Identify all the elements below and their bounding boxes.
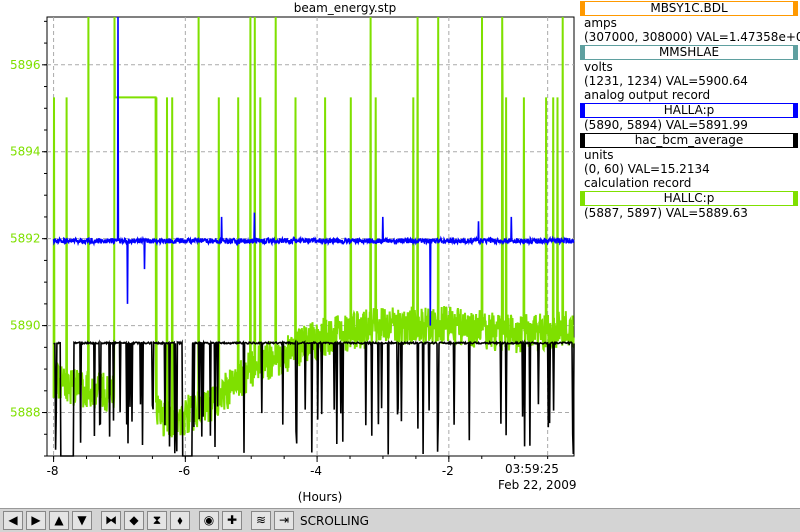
x-tick-label: -2 (442, 464, 454, 478)
legend-record-type: calculation record (584, 176, 692, 190)
x-tick-label: -6 (178, 464, 190, 478)
x-axis-now-time: 03:59:25 (505, 462, 559, 476)
pan-left-icon[interactable]: ◀ (3, 511, 23, 530)
legend-record-type: analog output record (584, 88, 711, 102)
x-tick-label: -4 (310, 464, 322, 478)
config-icon[interactable]: ≋ (251, 511, 271, 530)
legend-panel: MBSY1C.BDL amps (307000, 308000) VAL=1.4… (580, 0, 800, 220)
legend-pv-mmshlae[interactable]: MMSHLAE (580, 45, 798, 60)
legend-units: units (584, 148, 614, 162)
x-axis-now-date: Feb 22, 2009 (498, 478, 577, 492)
pan-down-icon[interactable]: ▼ (72, 511, 92, 530)
legend-pv-mbsy1c[interactable]: MBSY1C.BDL (580, 1, 798, 16)
y-tick-label: 5896 (10, 58, 41, 72)
legend-pv-hac-bcm-average[interactable]: hac_bcm_average (580, 133, 798, 148)
zoom-out-x-icon[interactable]: ◆ (124, 511, 144, 530)
x-tick-label: -8 (47, 464, 59, 478)
legend-units: volts (584, 60, 613, 74)
y-tick-label: 5890 (10, 319, 41, 333)
scroll-to-now-icon[interactable]: ⇥ (274, 511, 294, 530)
autoscale-icon[interactable]: ◉ (199, 511, 219, 530)
zoom-in-y-icon[interactable]: ⧗ (147, 511, 167, 530)
pan-up-icon[interactable]: ▲ (49, 511, 69, 530)
legend-pv-hallc[interactable]: HALLC:p (580, 191, 798, 206)
y-tick-label: 5894 (10, 145, 41, 159)
legend-range: (1231, 1234) VAL=5900.64 (584, 74, 748, 88)
legend-range: (0, 60) VAL=15.2134 (584, 162, 710, 176)
legend-range: (5890, 5894) VAL=5891.99 (584, 118, 748, 132)
y-axis: 5896 5894 5892 5890 5888 (10, 20, 47, 457)
y-tick-label: 5892 (10, 232, 41, 246)
zoom-in-x-icon[interactable]: ⧓ (101, 511, 121, 530)
x-axis-label: (Hours) (297, 490, 343, 504)
mode-label: SCROLLING (300, 513, 369, 528)
legend-pv-halla[interactable]: HALLA:p (580, 103, 798, 118)
zoom-out-y-icon[interactable]: ⬧ (170, 511, 190, 530)
add-pv-icon[interactable]: ✚ (222, 511, 242, 530)
strip-chart-plot[interactable]: 5896 5894 5892 5890 5888 -8 -6 -4 -2 (0, 0, 580, 508)
legend-range: (307000, 308000) VAL=1.47358e+06 (584, 30, 800, 44)
legend-range: (5887, 5897) VAL=5889.63 (584, 206, 748, 220)
legend-units: amps (584, 16, 617, 30)
pan-right-icon[interactable]: ▶ (26, 511, 46, 530)
y-tick-label: 5888 (10, 406, 41, 420)
toolbar: ◀ ▶ ▲ ▼ ⧓ ◆ ⧗ ⬧ ◉ ✚ ≋ ⇥ SCROLLING (0, 508, 800, 532)
x-axis: -8 -6 -4 -2 (47, 456, 549, 478)
